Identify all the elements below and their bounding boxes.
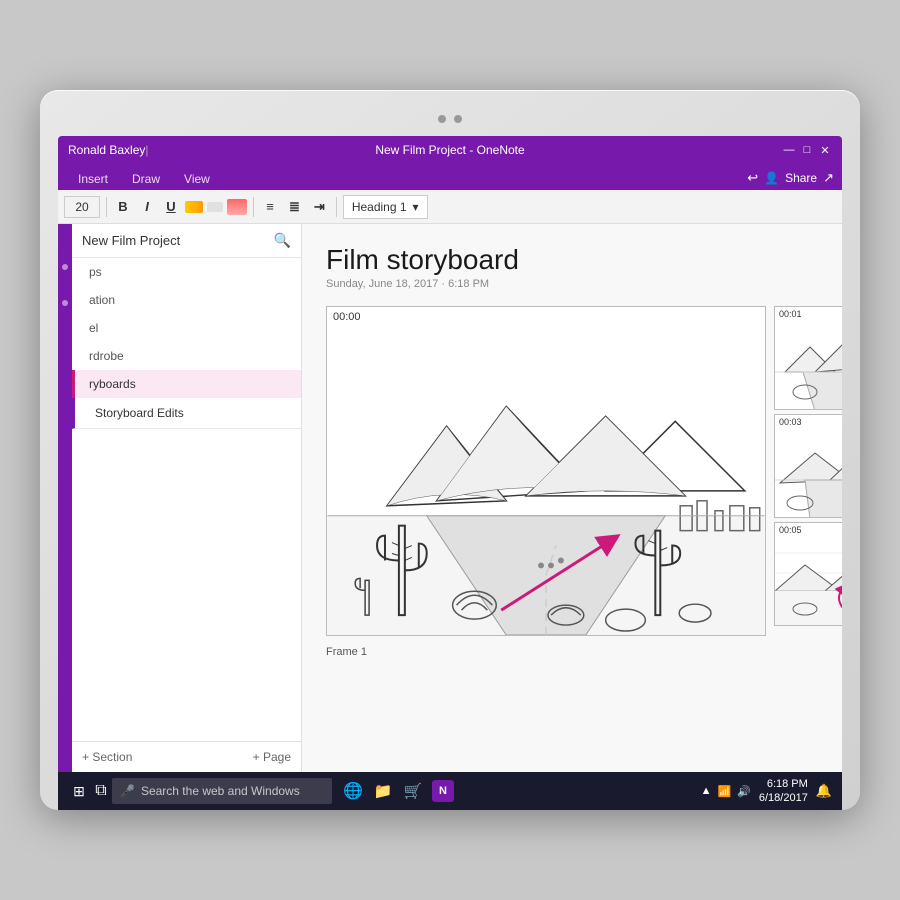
thumb-2-illustration — [775, 415, 842, 518]
title-bar-separator: | — [145, 143, 148, 157]
main-frame-label: Frame 1 — [326, 646, 367, 658]
font-size-input[interactable]: 20 — [64, 196, 100, 218]
clock-display: 6:18 PM 6/18/2017 — [759, 777, 808, 806]
color-picker-icon[interactable] — [227, 199, 247, 215]
taskbar-app-icons: 🌐 📁 🛒 N — [342, 780, 454, 802]
system-tray-icons: ▲ 📶 🔊 — [701, 785, 751, 798]
main-frame-timestamp: 00:00 — [333, 311, 361, 323]
screen: Ronald Baxley | New Film Project - OneNo… — [58, 136, 842, 810]
title-bar-user: Ronald Baxley — [68, 143, 145, 157]
taskbar-search-text: Search the web and Windows — [141, 784, 300, 798]
underline-button[interactable]: U — [161, 197, 181, 216]
add-section-label: + Section — [82, 750, 132, 764]
thumb-3-illustration — [775, 523, 842, 626]
thumb-3-timestamp: 00:05 — [779, 525, 802, 535]
taskbar-onenote-icon[interactable]: N — [432, 780, 454, 802]
add-page-button[interactable]: + Page — [253, 750, 291, 764]
thumb-1-illustration — [775, 307, 842, 410]
taskbar-edge-icon[interactable]: 🌐 — [342, 780, 364, 802]
page-date: Sunday, June 18, 2017 · 6:18 PM — [326, 278, 818, 290]
thumb-frame-3: 00:05 — [774, 522, 842, 626]
taskbar-search-bar[interactable]: 🎤 Search the web and Windows — [112, 778, 332, 804]
main-storyboard-frame: 00:00 — [326, 306, 766, 636]
numbered-list-button[interactable]: ≣ — [284, 197, 305, 217]
notebook-strip — [58, 224, 72, 772]
sidebar-item-ryboards[interactable]: ryboards — [72, 370, 301, 398]
restore-button[interactable]: □ — [800, 143, 814, 157]
thumbnails-column: 00:01 — [774, 306, 842, 636]
tab-draw[interactable]: Draw — [120, 168, 172, 190]
date-text: 6/18/2017 — [759, 791, 808, 805]
close-button[interactable]: ✕ — [818, 143, 832, 157]
strip-dot-1 — [62, 264, 68, 270]
camera-dot — [438, 115, 446, 123]
ribbon-right-actions: ↩ 👤 Share ↗ — [747, 170, 834, 190]
undo-icon[interactable]: ↩ — [747, 170, 758, 186]
heading-style-dropdown[interactable]: Heading 1 ▾ — [343, 195, 428, 219]
start-button[interactable]: ⊞ — [68, 780, 90, 802]
task-view-button[interactable]: ⧉ — [90, 780, 112, 802]
title-bar-title: New Film Project - OneNote — [375, 143, 524, 157]
surface-tablet: Ronald Baxley | New Film Project - OneNo… — [40, 90, 860, 810]
thumb-1-timestamp: 00:01 — [779, 309, 802, 319]
window-controls: — □ ✕ — [782, 143, 832, 157]
thumb-2-timestamp: 00:03 — [779, 417, 802, 427]
tab-view[interactable]: View — [172, 168, 222, 190]
ribbon-tabs: Insert Draw View ↩ 👤 Share ↗ — [58, 164, 842, 190]
indent-button[interactable]: ⇥ — [309, 197, 330, 217]
heading-style-value: Heading 1 — [352, 200, 407, 214]
sidebar-item-el[interactable]: el — [72, 314, 301, 342]
sidebar-search-icon[interactable]: 🔍 — [274, 232, 291, 249]
main-frame-illustration — [327, 307, 765, 635]
main-area: New Film Project 🔍 ps ation el rdrobe ry… — [58, 224, 842, 772]
taskbar: ⊞ ⧉ 🎤 Search the web and Windows 🌐 📁 🛒 N… — [58, 772, 842, 810]
sidebar-footer: + Section + Page — [72, 741, 301, 772]
sidebar-item-ps[interactable]: ps — [72, 258, 301, 286]
taskbar-store-icon[interactable]: 🛒 — [402, 780, 424, 802]
toolbar-separator-1 — [106, 197, 107, 217]
network-icon: ▲ — [701, 785, 712, 797]
camera-bar — [58, 108, 842, 130]
time-text: 6:18 PM — [759, 777, 808, 791]
notification-icon[interactable]: 🔔 — [816, 783, 832, 799]
thumb-frame-1: 00:01 — [774, 306, 842, 410]
eraser-icon[interactable] — [207, 202, 223, 212]
taskbar-explorer-icon[interactable]: 📁 — [372, 780, 394, 802]
sidebar-page-storyboard-edits[interactable]: Storyboard Edits — [72, 398, 301, 429]
sidebar-nav: ps ation el rdrobe ryboards Storyboard E… — [72, 258, 301, 741]
minimize-button[interactable]: — — [782, 143, 796, 157]
add-page-label: + Page — [253, 750, 291, 764]
wifi-icon: 📶 — [717, 785, 731, 798]
bold-button[interactable]: B — [113, 197, 133, 216]
title-bar: Ronald Baxley | New Film Project - OneNo… — [58, 136, 842, 164]
user-icon[interactable]: 👤 — [764, 171, 779, 185]
storyboard-container: 00:00 — [326, 306, 818, 636]
volume-icon: 🔊 — [737, 785, 751, 798]
tab-insert[interactable]: Insert — [66, 168, 120, 190]
camera-dot-2 — [454, 115, 462, 123]
sidebar-header: New Film Project 🔍 — [72, 224, 301, 258]
share-button[interactable]: Share — [785, 171, 817, 185]
bullet-list-button[interactable]: ≡ — [260, 197, 280, 216]
italic-button[interactable]: I — [137, 197, 157, 216]
pen-icon[interactable] — [185, 201, 203, 213]
sidebar-item-rdrobe[interactable]: rdrobe — [72, 342, 301, 370]
thumb-frame-2: 00:03 — [774, 414, 842, 518]
notebook-name: New Film Project — [82, 233, 180, 248]
toolbar-separator-3 — [336, 197, 337, 217]
toolbar-separator-2 — [253, 197, 254, 217]
content-area: Film storyboard Sunday, June 18, 2017 · … — [302, 224, 842, 772]
taskbar-system-area: ▲ 📶 🔊 6:18 PM 6/18/2017 🔔 — [701, 777, 832, 806]
add-section-button[interactable]: + Section — [82, 750, 132, 764]
expand-icon[interactable]: ↗ — [823, 170, 834, 186]
sidebar: New Film Project 🔍 ps ation el rdrobe ry… — [72, 224, 302, 772]
toolbar: 20 B I U ≡ ≣ ⇥ Heading 1 ▾ — [58, 190, 842, 224]
sidebar-item-ation[interactable]: ation — [72, 286, 301, 314]
strip-dot-2 — [62, 300, 68, 306]
heading-dropdown-arrow: ▾ — [413, 200, 419, 214]
taskbar-search-mic-icon: 🎤 — [120, 784, 135, 798]
page-title: Film storyboard — [326, 244, 818, 276]
